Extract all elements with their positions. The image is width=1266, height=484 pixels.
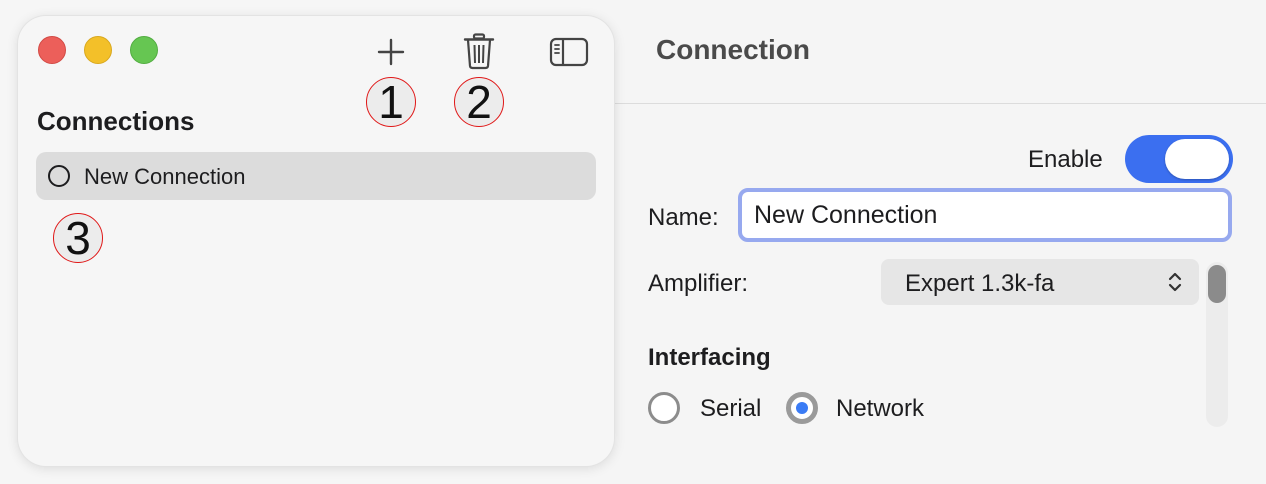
amplifier-value: Expert 1.3k-fa <box>905 270 1055 297</box>
connection-item-label: New Connection <box>84 164 246 189</box>
chevron-up-down-icon <box>1168 272 1182 292</box>
network-radio-label[interactable]: Network <box>836 395 924 423</box>
network-radio[interactable] <box>786 392 818 424</box>
detail-title: Connection <box>656 34 810 65</box>
sidebar-toggle-icon[interactable] <box>549 36 589 68</box>
detail-header: Connection <box>600 0 1266 104</box>
plus-icon[interactable] <box>375 36 407 68</box>
serial-radio[interactable] <box>648 392 680 424</box>
connection-status-icon <box>48 165 70 187</box>
zoom-window-button[interactable] <box>130 36 158 64</box>
detail-pane: Connection Enable Name: Amplifier: Exper… <box>600 0 1266 484</box>
name-field[interactable] <box>738 188 1232 242</box>
connection-list-item[interactable]: New Connection <box>36 152 596 200</box>
annotation-marker-3: 3 <box>53 213 103 263</box>
serial-radio-label[interactable]: Serial <box>700 395 761 423</box>
amplifier-label: Amplifier: <box>648 270 749 297</box>
sidebar: Connections New Connection 1 2 3 <box>18 16 614 466</box>
name-label: Name: <box>648 204 719 231</box>
scrollbar-thumb[interactable] <box>1208 265 1226 303</box>
toggle-knob <box>1165 139 1229 179</box>
enable-label: Enable <box>1028 146 1103 173</box>
enable-toggle[interactable] <box>1125 135 1233 183</box>
annotation-marker-1: 1 <box>366 77 416 127</box>
close-window-button[interactable] <box>38 36 66 64</box>
radio-selected-dot <box>796 402 808 414</box>
interfacing-heading: Interfacing <box>648 344 771 371</box>
minimize-window-button[interactable] <box>84 36 112 64</box>
sidebar-heading: Connections <box>37 106 195 136</box>
annotation-marker-2: 2 <box>454 77 504 127</box>
trash-icon[interactable] <box>462 32 496 70</box>
amplifier-select[interactable]: Expert 1.3k-fa <box>881 259 1199 305</box>
